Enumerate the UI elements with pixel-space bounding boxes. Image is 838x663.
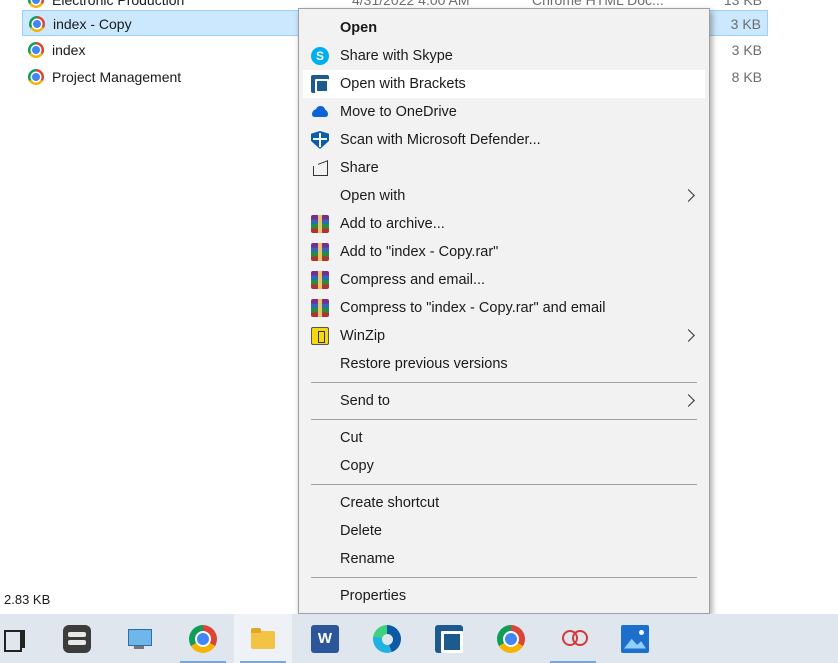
chrome-html-icon [28, 42, 44, 58]
winzip-icon [311, 327, 329, 345]
taskbar-photos[interactable] [606, 614, 664, 663]
taskbar: W [0, 614, 838, 663]
menu-item-open-brackets[interactable]: Open with Brackets [303, 70, 705, 98]
menu-item-share[interactable]: Share [299, 154, 709, 182]
menu-separator [311, 484, 697, 485]
taskbar-brackets[interactable] [420, 614, 478, 663]
menu-label: Scan with Microsoft Defender... [340, 132, 541, 148]
menu-label: Open with Brackets [340, 76, 466, 92]
word-icon: W [311, 624, 339, 653]
task-view-icon [0, 625, 28, 653]
menu-item-open-with[interactable]: Open with [299, 182, 709, 210]
menu-item-restore-versions[interactable]: Restore previous versions [299, 350, 709, 378]
winrar-icon [311, 271, 329, 289]
menu-label: Cut [340, 430, 363, 446]
file-name: index - Copy [53, 16, 132, 32]
menu-item-add-rar[interactable]: Add to "index - Copy.rar" [299, 238, 709, 266]
menu-item-scan-defender[interactable]: Scan with Microsoft Defender... [299, 126, 709, 154]
menu-label: Copy [340, 458, 374, 474]
menu-separator [311, 577, 697, 578]
taskbar-app[interactable] [48, 614, 106, 663]
menu-label: Delete [340, 523, 382, 539]
menu-item-winzip[interactable]: WinZip [299, 322, 709, 350]
file-size: 3 KB [730, 16, 761, 32]
menu-item-add-archive[interactable]: Add to archive... [299, 210, 709, 238]
menu-item-compress-rar-email[interactable]: Compress to "index - Copy.rar" and email [299, 294, 709, 322]
taskbar-this-pc[interactable] [110, 614, 168, 663]
menu-item-move-onedrive[interactable]: Move to OneDrive [299, 98, 709, 126]
menu-label: Share [340, 160, 379, 176]
taskbar-chrome[interactable] [174, 614, 232, 663]
chevron-right-icon [682, 394, 695, 407]
menu-label: Move to OneDrive [340, 104, 457, 120]
chevron-right-icon [682, 189, 695, 202]
menu-label: Restore previous versions [340, 356, 508, 372]
menu-label: Add to archive... [340, 216, 445, 232]
menu-label: Open [340, 20, 378, 36]
winrar-icon [311, 299, 329, 317]
winrar-icon [311, 243, 329, 261]
menu-label: Open with [340, 188, 406, 204]
defender-shield-icon [311, 131, 329, 149]
menu-label: WinZip [340, 328, 386, 344]
file-size: 3 KB [731, 42, 762, 58]
snip-icon [559, 625, 588, 653]
menu-separator [311, 419, 697, 420]
menu-item-compress-email[interactable]: Compress and email... [299, 266, 709, 294]
menu-item-send-to[interactable]: Send to [299, 387, 709, 415]
file-size: 8 KB [731, 69, 762, 85]
winrar-icon [311, 215, 329, 233]
menu-label: Compress and email... [340, 272, 486, 288]
menu-item-rename[interactable]: Rename [299, 545, 709, 573]
share-icon [311, 159, 329, 177]
menu-item-open[interactable]: Open [299, 14, 709, 42]
chrome-icon [497, 624, 525, 653]
file-name: Project Management [52, 69, 182, 85]
brackets-icon [435, 624, 463, 653]
taskbar-file-explorer[interactable] [234, 614, 292, 663]
menu-label: Properties [340, 588, 407, 604]
this-pc-icon [125, 625, 153, 653]
taskbar-chrome-2[interactable] [482, 614, 540, 663]
edge-icon [373, 624, 401, 653]
skype-icon: S [311, 47, 329, 65]
context-menu: Open S Share with Skype Open with Bracket… [298, 8, 710, 614]
chevron-right-icon [682, 329, 695, 342]
menu-item-cut[interactable]: Cut [299, 424, 709, 452]
app-icon [63, 624, 91, 653]
menu-label: Create shortcut [340, 495, 440, 511]
status-selection-size: 2.83 KB [4, 592, 51, 607]
onedrive-icon [311, 103, 329, 121]
menu-label: Add to "index - Copy.rar" [340, 244, 499, 260]
chrome-html-icon [28, 69, 44, 85]
taskbar-task-view[interactable] [0, 614, 43, 663]
menu-item-properties[interactable]: Properties [299, 582, 709, 610]
file-name: index [52, 42, 86, 58]
menu-label: Share with Skype [340, 48, 453, 64]
menu-label: Compress to "index - Copy.rar" and email [340, 300, 606, 316]
menu-item-create-shortcut[interactable]: Create shortcut [299, 489, 709, 517]
file-explorer-icon [249, 625, 277, 653]
chrome-html-icon [29, 16, 45, 32]
menu-item-copy[interactable]: Copy [299, 452, 709, 480]
menu-label: Send to [340, 393, 390, 409]
menu-item-delete[interactable]: Delete [299, 517, 709, 545]
chrome-icon [189, 624, 217, 653]
chrome-html-icon [28, 0, 44, 8]
menu-label: Rename [340, 551, 395, 567]
photos-icon [621, 624, 649, 653]
taskbar-edge[interactable] [358, 614, 416, 663]
taskbar-snip[interactable] [544, 614, 602, 663]
menu-item-share-skype[interactable]: S Share with Skype [299, 42, 709, 70]
menu-separator [311, 382, 697, 383]
taskbar-word[interactable]: W [296, 614, 354, 663]
brackets-icon [311, 75, 329, 93]
